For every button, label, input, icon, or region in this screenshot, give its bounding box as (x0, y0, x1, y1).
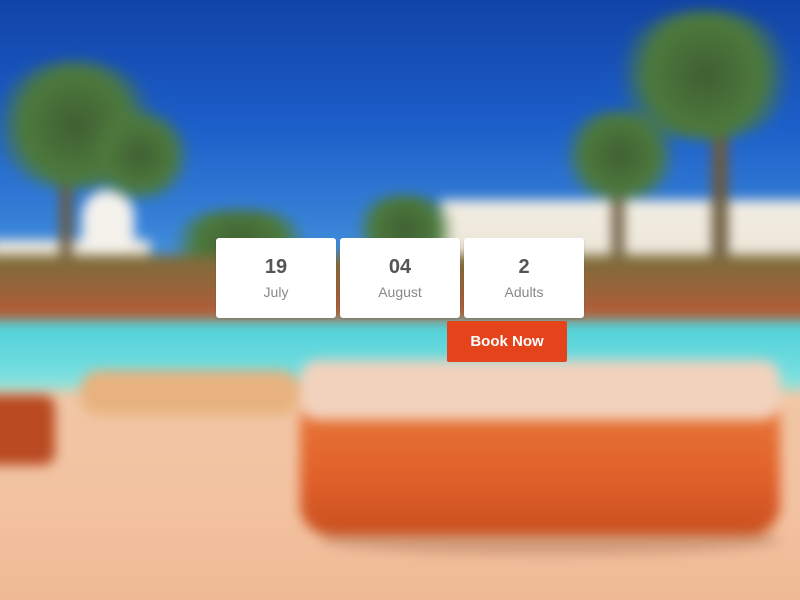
orange-stool (0, 395, 55, 465)
check-out-month: August (378, 284, 422, 300)
chair-cushion (300, 360, 780, 420)
palm-fronds (90, 110, 190, 200)
booking-widget: 19 July 04 August 2 Adults Book Now (216, 238, 584, 362)
sun-lounger (80, 370, 300, 415)
check-in-day: 19 (264, 256, 288, 278)
guests-label: Adults (504, 284, 544, 300)
check-in-date-field[interactable]: 19 July (216, 238, 336, 318)
check-out-date-field[interactable]: 04 August (340, 238, 460, 318)
booking-fields: 19 July 04 August 2 Adults (216, 238, 584, 318)
check-in-month: July (263, 284, 289, 300)
palm-fronds (610, 10, 800, 140)
book-now-button[interactable]: Book Now (447, 321, 567, 362)
booking-screen: 19 July 04 August 2 Adults Book Now (0, 0, 800, 600)
guests-count: 2 (518, 256, 530, 278)
check-out-day: 04 (388, 256, 412, 278)
guests-field[interactable]: 2 Adults (464, 238, 584, 318)
